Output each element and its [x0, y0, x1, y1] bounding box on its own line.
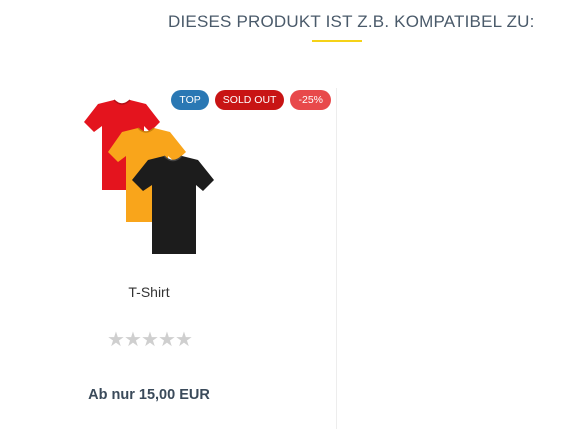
title-underline: [312, 40, 362, 42]
star-icon: ★: [107, 329, 125, 351]
product-image[interactable]: [76, 98, 222, 256]
product-card[interactable]: TOP SOLD OUT -25% T-Shirt ★ ★ ★ ★ ★ Ab n…: [0, 88, 337, 429]
star-icon: ★: [175, 329, 193, 351]
product-name[interactable]: T-Shirt: [0, 284, 298, 300]
discount-badge: -25%: [290, 90, 331, 110]
star-icon: ★: [158, 329, 176, 351]
star-icon: ★: [124, 329, 142, 351]
product-price: Ab nur 15,00 EUR: [88, 387, 210, 403]
page: DIESES PRODUKT IST Z.B. KOMPATIBEL ZU: T…: [0, 0, 574, 429]
sold-out-badge: SOLD OUT: [214, 90, 285, 110]
star-icon: ★: [141, 329, 159, 351]
section-title: DIESES PRODUKT IST Z.B. KOMPATIBEL ZU:: [168, 12, 535, 31]
star-rating: ★ ★ ★ ★ ★: [107, 329, 193, 351]
